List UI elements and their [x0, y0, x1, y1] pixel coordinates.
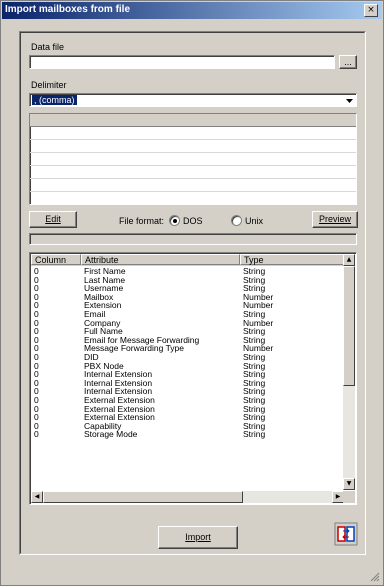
preview-grid-row — [30, 127, 356, 140]
table-row[interactable]: 0 External Extension String — [31, 404, 344, 414]
scroll-left-icon[interactable]: ◀ — [31, 491, 43, 503]
scroll-down-icon[interactable]: ▼ — [343, 478, 355, 490]
dos-label[interactable]: DOS — [183, 216, 203, 226]
import-mailboxes-icon — [334, 522, 358, 546]
preview-button-label: Preview — [318, 214, 351, 224]
close-icon[interactable]: × — [364, 4, 378, 17]
unix-label[interactable]: Unix — [245, 216, 263, 226]
table-row[interactable]: 0 Last Name String — [31, 275, 344, 285]
preview-grid-row — [30, 153, 356, 166]
delimiter-selected: , (comma) — [32, 95, 77, 105]
chevron-down-icon[interactable] — [345, 96, 354, 105]
table-row[interactable]: 0 Extension Number — [31, 301, 344, 310]
edit-button-label: Edit — [45, 214, 61, 224]
scroll-thumb[interactable] — [343, 266, 355, 386]
delimiter-label: Delimiter — [31, 80, 67, 90]
table-row[interactable]: 0 PBX Node String — [31, 361, 344, 371]
import-button-label: Import — [185, 532, 211, 542]
table-row[interactable]: 0 Company Number — [31, 318, 344, 328]
preview-grid-row — [30, 192, 356, 204]
hscroll-thumb[interactable] — [43, 491, 243, 503]
table-row[interactable]: 0 External Extension String — [31, 413, 344, 422]
cell-column: 0 — [34, 429, 39, 440]
edit-button[interactable]: Edit — [29, 211, 77, 228]
cell-type: String — [243, 429, 266, 440]
data-file-label: Data file — [31, 42, 65, 52]
table-row[interactable]: 0 Mailbox Number — [31, 293, 344, 302]
table-row[interactable]: 0 Email String — [31, 310, 344, 319]
unix-radio[interactable] — [231, 215, 242, 226]
table-row[interactable]: 0 DID String — [31, 353, 344, 362]
preview-button[interactable]: Preview — [312, 211, 358, 228]
scroll-up-icon[interactable]: ▲ — [343, 254, 355, 266]
table-row[interactable]: 0 Storage Mode String — [31, 430, 344, 439]
horizontal-scrollbar[interactable]: ◀ ▶ — [31, 491, 344, 503]
attribute-table[interactable]: Column Attribute Type 0 First Name String 0… — [29, 252, 357, 505]
column-header-attribute[interactable]: Attribute — [81, 254, 240, 265]
delimiter-dropdown[interactable]: , (comma) — [29, 93, 357, 107]
table-row[interactable]: 0 Email for Message Forwarding String — [31, 336, 344, 345]
table-row[interactable]: 0 Message Forwarding Type Number — [31, 344, 344, 353]
file-format-label: File format: — [119, 216, 165, 226]
window-title: Import mailboxes from file — [5, 4, 131, 15]
preview-grid-row — [30, 179, 356, 192]
cell-attribute: Storage Mode — [84, 429, 138, 440]
table-row[interactable]: 0 Capability String — [31, 422, 344, 431]
table-row[interactable]: 0 External Extension String — [31, 396, 344, 405]
table-row[interactable]: 0 Internal Extension String — [31, 387, 344, 396]
preview-grid-header — [30, 114, 356, 127]
import-dialog: Import mailboxes from file × Data file .… — [0, 0, 384, 586]
column-header-type[interactable]: Type — [240, 254, 344, 265]
table-body: 0 First Name String 0 Last Name String 0 Userna… — [31, 267, 344, 439]
table-row[interactable]: 0 Internal Extension String — [31, 370, 344, 379]
preview-grid[interactable] — [29, 113, 357, 205]
preview-grid-row — [30, 140, 356, 153]
table-header: Column Attribute Type — [31, 254, 344, 266]
table-row[interactable]: 0 First Name String — [31, 267, 344, 276]
table-row[interactable]: 0 Username String — [31, 284, 344, 293]
preview-grid-row — [30, 166, 356, 179]
column-header-column[interactable]: Column — [31, 254, 81, 265]
title-bar[interactable]: Import mailboxes from file × — [2, 2, 382, 19]
import-button[interactable]: Import — [158, 526, 238, 549]
data-file-field[interactable] — [29, 55, 335, 69]
vertical-scrollbar[interactable]: ▲ ▼ — [343, 254, 355, 490]
resize-grip-icon[interactable] — [370, 572, 380, 582]
scroll-corner — [343, 491, 355, 503]
dos-radio[interactable] — [169, 215, 180, 226]
status-field — [29, 233, 357, 245]
table-row[interactable]: 0 Internal Extension String — [31, 379, 344, 388]
browse-button[interactable]: ... — [339, 55, 357, 69]
